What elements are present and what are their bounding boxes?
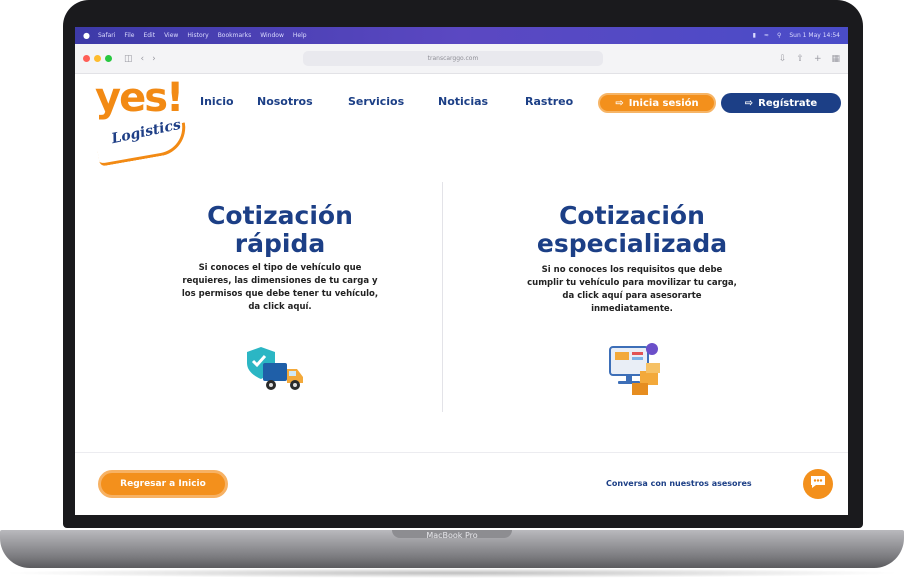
back-to-home-label: Regresar a Inicio: [120, 479, 206, 489]
os-menubar: ● Safari File Edit View History Bookmark…: [75, 27, 848, 44]
tabs-overview-icon[interactable]: ▦: [831, 54, 840, 64]
special-quote-description: Si no conoces los requisitos que debe cu…: [527, 265, 737, 314]
address-bar[interactable]: transcarggo.com: [303, 51, 603, 66]
new-tab-icon[interactable]: +: [814, 54, 822, 64]
chat-button[interactable]: [803, 469, 833, 499]
nav-item-inicio[interactable]: Inicio: [200, 95, 234, 108]
menu-item-window[interactable]: Window: [260, 32, 284, 39]
nav-item-rastreo[interactable]: Rastreo: [525, 95, 573, 108]
battery-icon[interactable]: ▮: [753, 32, 756, 39]
chat-label[interactable]: Conversa con nuestros asesores: [606, 479, 752, 488]
quick-quote-title: Cotización rápida: [207, 201, 353, 258]
menu-item-edit[interactable]: Edit: [143, 32, 155, 39]
menubar-clock[interactable]: Sun 1 May 14:54: [789, 32, 840, 39]
chat-bubble-icon: [809, 474, 827, 494]
footer-separator: [75, 452, 848, 453]
forward-icon[interactable]: ›: [152, 54, 156, 64]
chevron-right-icon: ⇨: [744, 97, 754, 109]
brand-logo[interactable]: yes! Logistics: [83, 74, 203, 167]
monitor-boxes-icon: [606, 341, 664, 397]
register-label: Regístrate: [758, 97, 818, 109]
login-button[interactable]: ⇨ Inicia sesión: [598, 93, 716, 113]
download-icon[interactable]: ⇩: [779, 54, 787, 64]
menu-item-history[interactable]: History: [187, 32, 208, 39]
share-icon[interactable]: ⇧: [796, 54, 804, 64]
column-divider: [442, 182, 443, 412]
menu-item-file[interactable]: File: [124, 32, 134, 39]
chevron-right-icon: ⇨: [615, 97, 624, 109]
logo-yes-text: yes!: [95, 75, 184, 121]
search-icon[interactable]: ⚲: [777, 32, 781, 39]
nav-item-noticias[interactable]: Noticias: [438, 95, 488, 108]
menu-item-view[interactable]: View: [164, 32, 178, 39]
status-area: ▮ ≈ ⚲ Sun 1 May 14:54: [753, 32, 840, 39]
special-quote-title: Cotización especializada: [536, 201, 728, 258]
menu-item-help[interactable]: Help: [293, 32, 307, 39]
wifi-icon[interactable]: ≈: [764, 32, 769, 39]
nav-item-servicios[interactable]: Servicios: [348, 95, 404, 108]
menu-item-bookmarks[interactable]: Bookmarks: [218, 32, 252, 39]
menu-item-safari[interactable]: Safari: [98, 32, 115, 39]
toolbar-right: ⇩ ⇧ + ▦: [779, 54, 840, 64]
browser-toolbar: ◫ ‹ › transcarggo.com ⇩ ⇧ + ▦: [75, 44, 848, 74]
device-label: MacBook Pro: [426, 531, 478, 540]
minimize-window-icon[interactable]: [94, 55, 101, 62]
apple-icon[interactable]: ●: [83, 31, 90, 40]
back-icon[interactable]: ‹: [141, 54, 145, 64]
address-url: transcarggo.com: [427, 55, 479, 62]
quick-quote-description: Si conoces el tipo de vehículo que requi…: [181, 263, 379, 312]
zoom-window-icon[interactable]: [105, 55, 112, 62]
close-window-icon[interactable]: [83, 55, 90, 62]
truck-shield-icon: [245, 345, 307, 393]
back-to-home-button[interactable]: Regresar a Inicio: [98, 470, 228, 498]
register-button[interactable]: ⇨ Regístrate: [721, 93, 841, 113]
sidebar-icon[interactable]: ◫: [124, 54, 133, 64]
laptop-shadow: [0, 568, 904, 578]
laptop-screen: ● Safari File Edit View History Bookmark…: [75, 27, 848, 515]
login-label: Inicia sesión: [628, 97, 699, 109]
nav-item-nosotros[interactable]: Nosotros: [257, 95, 313, 108]
